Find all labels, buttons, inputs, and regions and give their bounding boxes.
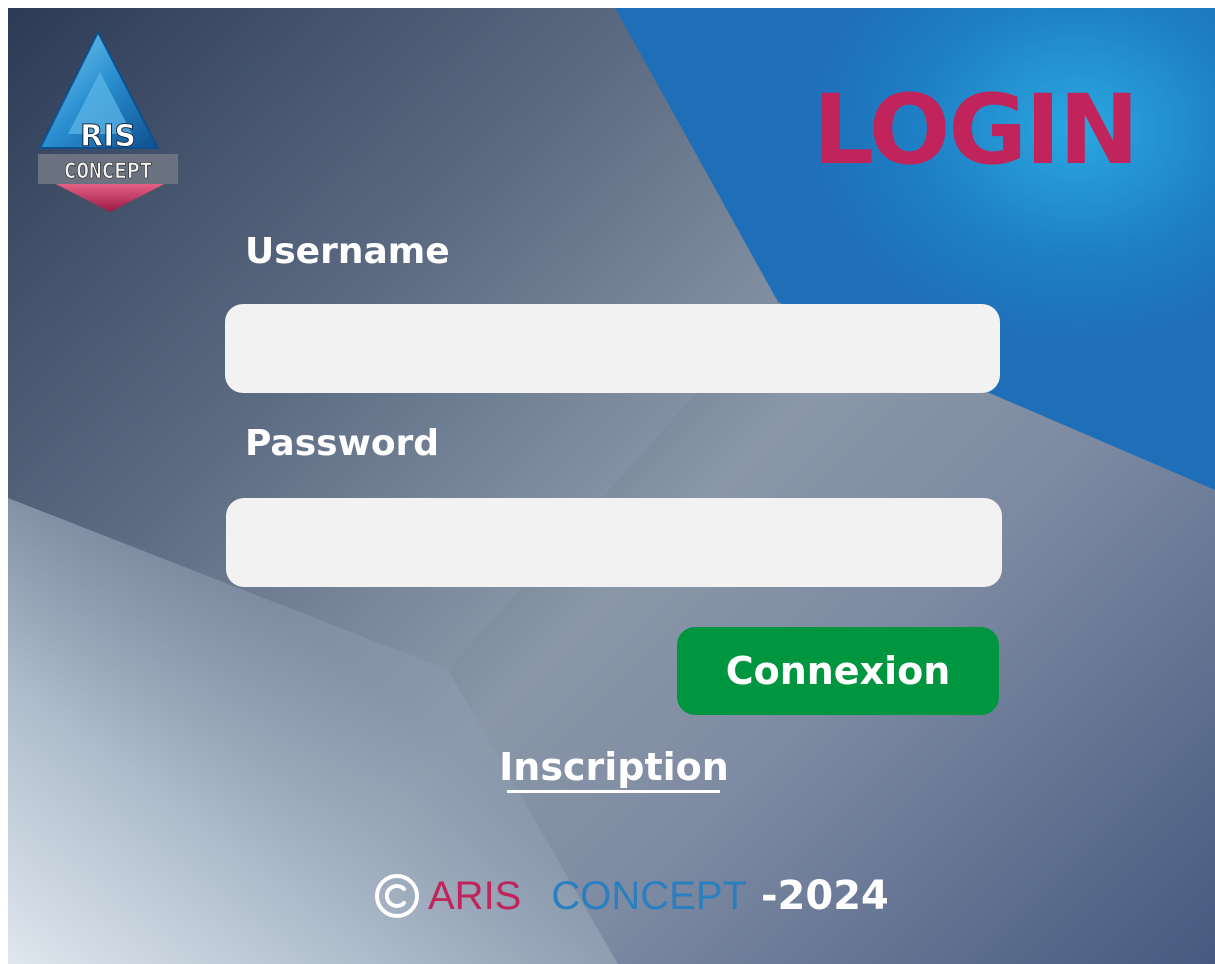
password-label: Password [245,423,440,464]
page-title: LOGIN [813,74,1139,186]
footer-copyright: ARIS CONCEPT -2024 [374,868,889,924]
footer-brand-aris: ARIS [428,873,522,918]
password-input[interactable] [226,498,1002,587]
footer-year: -2024 [760,873,889,919]
aris-concept-logo: RIS CONCEPT [38,30,178,212]
svg-text:RIS: RIS [80,119,136,154]
svg-text:CONCEPT: CONCEPT [64,159,153,183]
username-input[interactable] [225,304,1000,393]
username-label: Username [245,231,450,272]
copyright-icon [375,874,419,918]
login-screen: RIS CONCEPT LOGIN Username Password Conn… [8,8,1215,964]
footer-brand-concept: CONCEPT [551,873,747,918]
connexion-button[interactable]: Connexion [677,627,999,715]
inscription-link[interactable]: Inscription [496,744,732,790]
inscription-underline [507,790,720,793]
